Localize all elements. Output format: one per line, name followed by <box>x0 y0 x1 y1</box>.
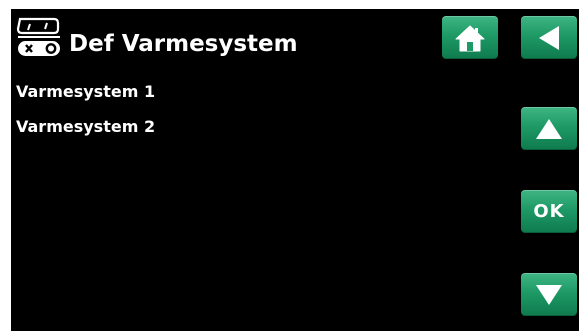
back-arrow-icon <box>536 24 562 52</box>
down-arrow-icon <box>534 283 564 307</box>
home-icon <box>454 23 486 53</box>
menu-item-varmesystem-2[interactable]: Varmesystem 2 <box>16 116 155 151</box>
ok-label: OK <box>533 201 565 222</box>
scroll-down-button[interactable] <box>521 273 577 316</box>
display-screen: Def Varmesystem Varmesystem 1 Varmesyste… <box>11 9 579 331</box>
scroll-up-button[interactable] <box>521 107 577 150</box>
back-button[interactable] <box>521 16 577 59</box>
menu-item-varmesystem-1[interactable]: Varmesystem 1 <box>16 81 155 116</box>
page-title: Def Varmesystem <box>69 31 298 57</box>
menu-list: Varmesystem 1 Varmesystem 2 <box>16 81 155 151</box>
up-arrow-icon <box>534 117 564 141</box>
home-button[interactable] <box>442 16 498 59</box>
ok-button[interactable]: OK <box>521 190 577 233</box>
heating-system-icon <box>16 16 64 58</box>
